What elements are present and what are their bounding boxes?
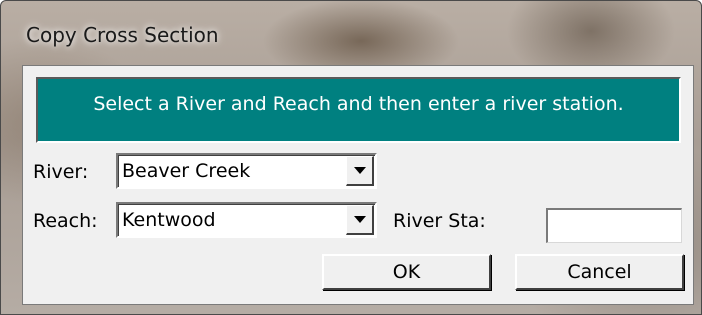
river-label: River:	[33, 161, 89, 183]
river-station-label: River Sta:	[393, 210, 486, 232]
cancel-button[interactable]: Cancel	[515, 254, 684, 290]
ok-button[interactable]: OK	[322, 254, 491, 290]
copy-cross-section-dialog: Copy Cross Section Select a River and Re…	[0, 0, 702, 315]
river-station-input[interactable]	[546, 208, 682, 243]
instruction-text: Select a River and Reach and then enter …	[93, 93, 624, 115]
chevron-down-icon	[354, 167, 366, 174]
dialog-body: Select a River and Reach and then enter …	[22, 65, 694, 305]
reach-value: Kentwood	[122, 209, 216, 231]
reach-dropdown-button[interactable]	[346, 205, 374, 235]
chevron-down-icon	[354, 216, 366, 223]
river-dropdown[interactable]: Beaver Creek	[116, 153, 377, 189]
instruction-banner: Select a River and Reach and then enter …	[36, 77, 681, 143]
dialog-title: Copy Cross Section	[26, 23, 219, 47]
river-dropdown-button[interactable]	[346, 156, 374, 186]
reach-label: Reach:	[33, 210, 98, 232]
river-value: Beaver Creek	[122, 160, 251, 182]
reach-dropdown[interactable]: Kentwood	[116, 202, 377, 238]
title-bar[interactable]: Copy Cross Section	[1, 1, 701, 75]
